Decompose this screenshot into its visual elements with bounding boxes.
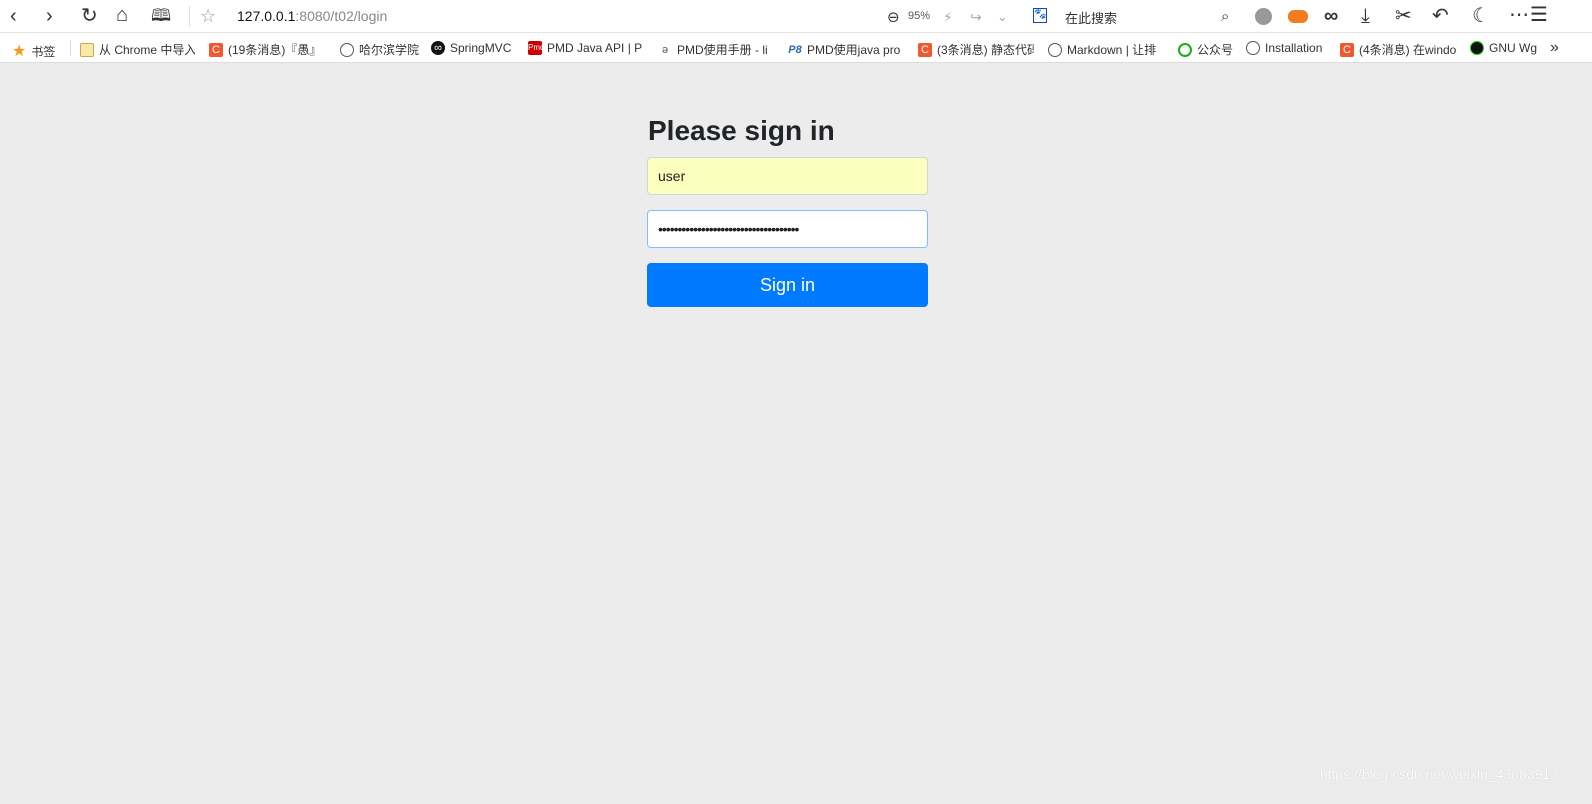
globe-icon [340, 42, 354, 57]
bookmark-item[interactable]: ★ 书签 [12, 41, 55, 61]
star-icon[interactable]: ☆ [200, 6, 216, 26]
folder-icon [80, 42, 94, 57]
bookmark-item[interactable]: C (4条消息) 在windo [1340, 41, 1456, 58]
sign-in-button[interactable]: Sign in [647, 263, 928, 307]
bookmark-label: PMD使用java pro [807, 43, 901, 57]
reload-icon[interactable]: ↻ [81, 6, 98, 26]
bookmark-item[interactable]: Installation [1246, 41, 1322, 55]
bookmark-item[interactable]: Pmd PMD Java API | P [528, 41, 642, 55]
back-icon[interactable]: ‹ [10, 6, 17, 26]
bookmark-item[interactable]: C (3条消息) 静态代码 [918, 41, 1034, 58]
p8-icon: P8 [788, 43, 802, 56]
username-input[interactable] [647, 157, 928, 195]
bookmark-item[interactable]: Markdown | 让排 [1048, 41, 1156, 58]
pmd-icon: Pmd [528, 41, 544, 55]
zoom-out-icon[interactable]: ⊖ [887, 8, 900, 28]
bookmark-label: 公众号 [1197, 43, 1234, 57]
csdn-icon: C [918, 42, 932, 57]
download-icon[interactable]: ⤓ [1361, 6, 1370, 26]
chevron-down-icon[interactable]: ⌄ [997, 7, 1008, 27]
divider [189, 6, 190, 27]
bookmark-label: GNU Wg [1489, 41, 1537, 55]
zoom-level[interactable]: 95% [908, 10, 930, 22]
bookmark-label: 从 Chrome 中导入 [99, 43, 195, 57]
bookmark-label: 书签 [31, 44, 56, 59]
more-bookmarks-icon[interactable]: » [1550, 38, 1559, 58]
infinity-icon: ∞ [431, 41, 445, 55]
undo-icon[interactable]: ↶ [1432, 6, 1449, 26]
csdn-icon: C [209, 42, 223, 57]
page-title: Please sign in [648, 115, 835, 146]
home-icon[interactable]: ⌂ [116, 5, 128, 25]
divider [70, 40, 71, 56]
bookmark-label: (19条消息)『愚』 [228, 43, 322, 57]
gnu-icon [1470, 41, 1484, 55]
game-icon[interactable] [1288, 10, 1308, 23]
bookmarks-bar: ★ 书签 从 Chrome 中导入 C (19条消息)『愚』 哈尔滨学院 ∞ Spri… [0, 33, 1592, 63]
globe-icon [1246, 41, 1260, 55]
night-mode-icon[interactable]: ☾ [1472, 6, 1490, 26]
bookmark-item[interactable]: 哈尔滨学院 [340, 41, 419, 58]
password-input[interactable] [647, 210, 928, 248]
bookmark-item[interactable]: 公众号 [1178, 41, 1233, 58]
bookmark-item[interactable]: 从 Chrome 中导入 [80, 41, 195, 58]
address-bar[interactable]: 127.0.0.1:8080/t02/login [237, 8, 387, 24]
search-icon[interactable]: ⌕ [1221, 7, 1229, 27]
pmd-manual-icon: ə [661, 43, 669, 56]
bookmark-label: (3条消息) 静态代码 [937, 43, 1034, 57]
bookmark-label: 哈尔滨学院 [359, 43, 420, 57]
bookmark-item[interactable]: ə PMD使用手册 - li [658, 41, 768, 58]
bookmark-item[interactable]: P8 PMD使用java pro [788, 41, 900, 58]
bookmark-item[interactable]: C (19条消息)『愚』 [209, 41, 321, 58]
watermark: https://blog.csdn.net/weixin_43883917 [1319, 766, 1558, 782]
bookmark-label: Installation [1265, 41, 1323, 55]
wechat-icon [1178, 42, 1192, 57]
bookmark-item[interactable]: ∞ SpringMVC [431, 41, 511, 55]
star-icon: ★ [12, 43, 27, 60]
bookmark-label: PMD Java API | P [547, 41, 643, 55]
url-host: 127.0.0.1 [237, 8, 296, 24]
settings-gear-icon[interactable] [1255, 8, 1272, 25]
bookmark-label: Markdown | 让排 [1067, 43, 1157, 57]
baidu-icon[interactable]: 🐾 [1033, 8, 1047, 23]
search-input[interactable]: 在此搜索 [1065, 8, 1117, 27]
globe-icon [1048, 42, 1062, 57]
bookmark-item[interactable]: GNU Wg [1470, 41, 1537, 55]
link-icon[interactable]: ∞ [1324, 6, 1338, 26]
browser-toolbar: ‹ › ↻ ⌂ 🕮 ☆ 127.0.0.1:8080/t02/login ⊖ 9… [0, 0, 1592, 33]
bookmark-label: SpringMVC [450, 41, 512, 55]
csdn-icon: C [1340, 42, 1354, 57]
bookmark-label: (4条消息) 在windo [1359, 43, 1457, 57]
forward-icon[interactable]: › [46, 6, 53, 26]
bookmark-label: PMD使用手册 - li [677, 43, 768, 57]
more-icon[interactable]: ⋯ [1509, 5, 1529, 25]
lightning-icon[interactable]: ⚡ [943, 7, 953, 27]
reader-icon[interactable]: 🕮 [151, 6, 171, 26]
menu-icon[interactable]: ☰ [1530, 5, 1548, 25]
share-icon[interactable]: ↪ [970, 7, 982, 27]
scissors-icon[interactable]: ✂ [1395, 6, 1412, 26]
url-path: :8080/t02/login [295, 8, 388, 24]
